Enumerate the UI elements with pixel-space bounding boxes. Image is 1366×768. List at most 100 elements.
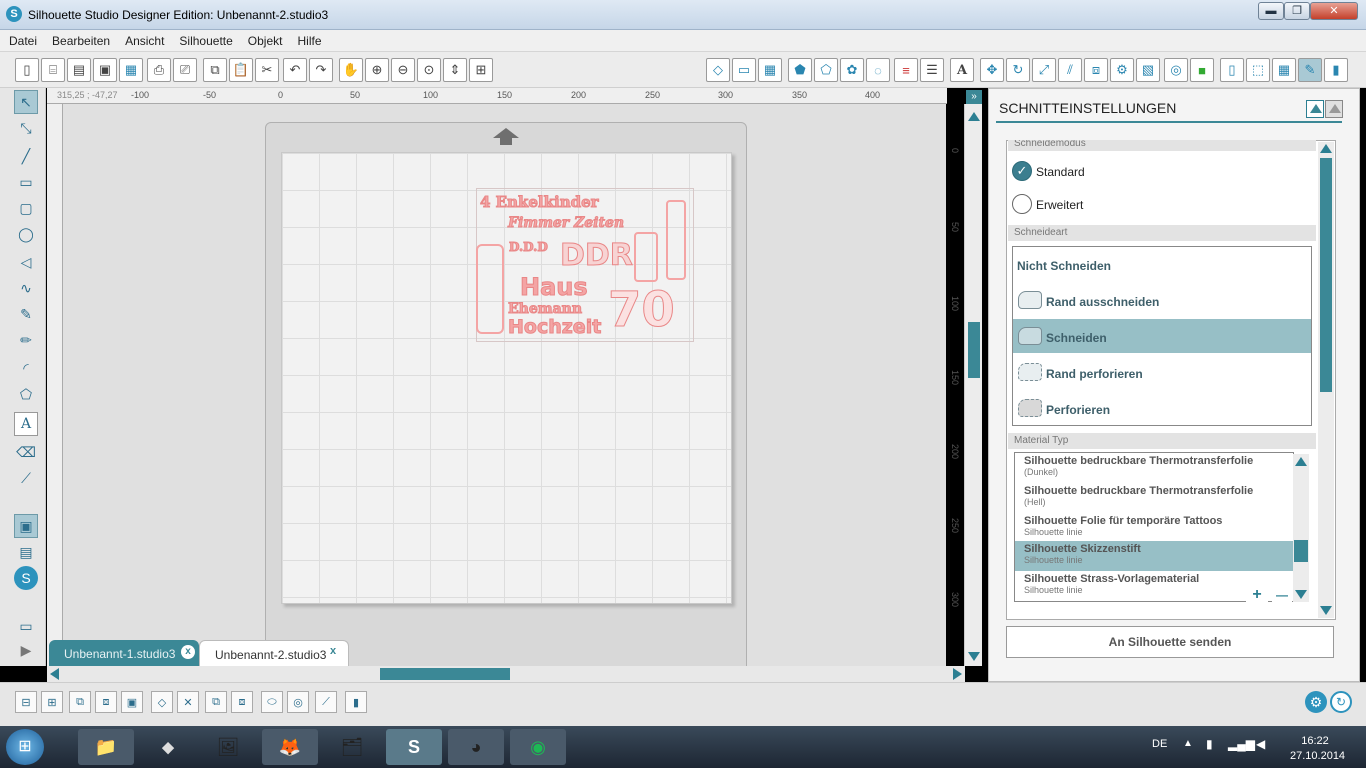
panel-view-icon[interactable]: ▭ — [14, 614, 38, 638]
send-to-cutter-icon[interactable]: ⎚ — [173, 58, 197, 82]
material-scroll-up-icon[interactable] — [1295, 457, 1307, 466]
fill-pattern-icon[interactable]: ✿ — [840, 58, 864, 82]
material-list[interactable]: Silhouette bedruckbare Thermotransferfol… — [1014, 452, 1294, 602]
send-back-icon[interactable]: ⧈ — [231, 691, 253, 713]
material-item[interactable]: Silhouette bedruckbare Thermotransferfol… — [1015, 483, 1293, 513]
3d-icon[interactable]: ▮ — [345, 691, 367, 713]
material-scroll-down-icon[interactable] — [1295, 590, 1307, 599]
send-to-silhouette-button[interactable]: An Silhouette senden — [1006, 626, 1334, 658]
center-icon[interactable]: ⊞ — [41, 691, 63, 713]
page-settings-icon[interactable]: ▭ — [732, 58, 756, 82]
panel-scroll-thumb[interactable] — [1320, 158, 1332, 392]
close-tab-icon[interactable]: x — [330, 645, 336, 657]
scroll-left-icon[interactable] — [50, 668, 59, 680]
send-panel-icon[interactable]: ▮ — [1324, 58, 1348, 82]
radio-erweitert[interactable] — [1012, 194, 1032, 214]
minimize-button[interactable]: ▬ — [1258, 2, 1284, 20]
open-file-icon[interactable]: ⌸ — [41, 58, 65, 82]
tray-expand-icon[interactable]: ▲ — [1183, 738, 1193, 749]
menu-hilfe[interactable]: Hilfe — [288, 30, 327, 52]
taskbar-explorer-icon[interactable]: 📁 — [78, 729, 134, 765]
taskbar-photos-icon[interactable]: 🖼 — [200, 729, 256, 765]
menu-datei[interactable]: Datei — [0, 30, 43, 52]
panel-scroll-up-icon[interactable] — [1320, 144, 1332, 153]
delete-icon[interactable]: ✕ — [177, 691, 199, 713]
line-color-icon[interactable]: ◌ — [866, 58, 890, 82]
line-tool-icon[interactable]: ╱ — [14, 144, 38, 168]
undo-icon[interactable]: ↶ — [283, 58, 307, 82]
align-icon[interactable]: ⊟ — [15, 691, 37, 713]
zoom-out-icon[interactable]: ⊖ — [391, 58, 415, 82]
panel-expand-icon[interactable] — [1325, 100, 1343, 118]
regular-polygon-icon[interactable]: ⬠ — [14, 382, 38, 406]
line-width-icon[interactable]: ☰ — [920, 58, 944, 82]
scroll-thumb[interactable] — [968, 322, 980, 378]
horizontal-scrollbar[interactable] — [47, 666, 965, 682]
design-shape[interactable] — [634, 232, 658, 282]
sync-icon[interactable]: ↻ — [1330, 691, 1352, 713]
new-file-icon[interactable]: ▯ — [15, 58, 39, 82]
ungroup-icon[interactable]: ⧈ — [95, 691, 117, 713]
design-shape[interactable] — [476, 244, 504, 334]
text-style-icon[interactable]: A — [950, 58, 974, 82]
print-cut-icon[interactable]: ⬚ — [1246, 58, 1270, 82]
library-view-icon[interactable]: ▤ — [14, 540, 38, 564]
modify-icon[interactable]: ⚙ — [1110, 58, 1134, 82]
online-store-icon[interactable]: S — [14, 566, 38, 590]
cut-option-none[interactable]: Nicht Schneiden — [1017, 259, 1111, 273]
design-page-icon[interactable]: ▣ — [14, 514, 38, 538]
design-text[interactable]: Hochzeit — [507, 316, 601, 339]
material-item[interactable]: Silhouette Folie für temporäre Tattoos Si… — [1015, 513, 1293, 543]
grid-settings-icon[interactable]: ▦ — [758, 58, 782, 82]
smooth-freehand-icon[interactable]: ✏ — [14, 328, 38, 352]
rectangle-tool-icon[interactable]: ▭ — [14, 170, 38, 194]
panel-collapse-icon[interactable] — [1306, 100, 1324, 118]
zoom-in-icon[interactable]: ⊕ — [365, 58, 389, 82]
menu-silhouette[interactable]: Silhouette — [170, 30, 238, 52]
settings-gear-icon[interactable]: ⚙ — [1305, 691, 1327, 713]
design-text[interactable]: D.D.D — [509, 240, 549, 255]
offset-shape-icon[interactable]: ◎ — [287, 691, 309, 713]
copy-icon[interactable]: ⧉ — [203, 58, 227, 82]
material-scroll-thumb[interactable] — [1294, 540, 1308, 562]
hscroll-thumb[interactable] — [380, 668, 510, 680]
design-text[interactable]: 4 Enkelkinder — [480, 193, 600, 212]
paste-icon[interactable]: 📋 — [229, 58, 253, 82]
panel-scrollbar[interactable] — [1318, 142, 1334, 618]
design-text[interactable]: Ehemann — [508, 301, 583, 318]
save-to-library-icon[interactable]: ▦ — [119, 58, 143, 82]
eraser-tool-icon[interactable]: ⌫ — [14, 440, 38, 464]
design-shape[interactable] — [666, 200, 686, 280]
battery-icon[interactable]: ▮ — [1206, 737, 1213, 751]
library-icon[interactable]: ▤ — [67, 58, 91, 82]
cut-option-perforate-edge[interactable]: Rand perforieren — [1046, 367, 1143, 381]
add-material-icon[interactable]: + — [1246, 586, 1268, 604]
zoom-drag-icon[interactable]: ⇕ — [443, 58, 467, 82]
release-compound-icon[interactable]: ◇ — [151, 691, 173, 713]
language-indicator[interactable]: DE — [1152, 738, 1167, 750]
fill-color-icon[interactable]: ⬟ — [788, 58, 812, 82]
edit-points-icon[interactable]: ⤡ — [14, 116, 38, 140]
redo-icon[interactable]: ↷ — [309, 58, 333, 82]
taskbar-firefox-icon[interactable]: 🦊 — [262, 729, 318, 765]
design-text[interactable]: DDR — [560, 238, 634, 274]
polygon-tool-icon[interactable]: ◁ — [14, 250, 38, 274]
eraser-icon[interactable]: ◇ — [706, 58, 730, 82]
replicate-icon[interactable]: ⧈ — [1084, 58, 1108, 82]
menu-ansicht[interactable]: Ansicht — [116, 30, 170, 52]
knife-tool-icon[interactable]: ⟋ — [14, 466, 38, 490]
cut-color-icon[interactable]: ■ — [1190, 58, 1214, 82]
scale-icon[interactable]: ⤢ — [1032, 58, 1056, 82]
save-icon[interactable]: ▣ — [93, 58, 117, 82]
cut-grid-icon[interactable]: ▦ — [1272, 58, 1296, 82]
volume-icon[interactable]: ◀ — [1256, 737, 1265, 751]
trace-shape-icon[interactable]: ⟋ — [315, 691, 337, 713]
print-icon[interactable]: ⎙ — [147, 58, 171, 82]
material-item[interactable]: Silhouette bedruckbare Thermotransferfol… — [1015, 453, 1293, 483]
material-scrollbar[interactable] — [1293, 454, 1309, 602]
tab-unbenannt-1[interactable]: Unbenannt-1.studio3 x — [49, 640, 199, 666]
arc-tool-icon[interactable]: ◜ — [14, 356, 38, 380]
bring-front-icon[interactable]: ⧉ — [205, 691, 227, 713]
close-button[interactable]: ✕ — [1310, 2, 1358, 20]
fit-page-icon[interactable]: ⊞ — [469, 58, 493, 82]
